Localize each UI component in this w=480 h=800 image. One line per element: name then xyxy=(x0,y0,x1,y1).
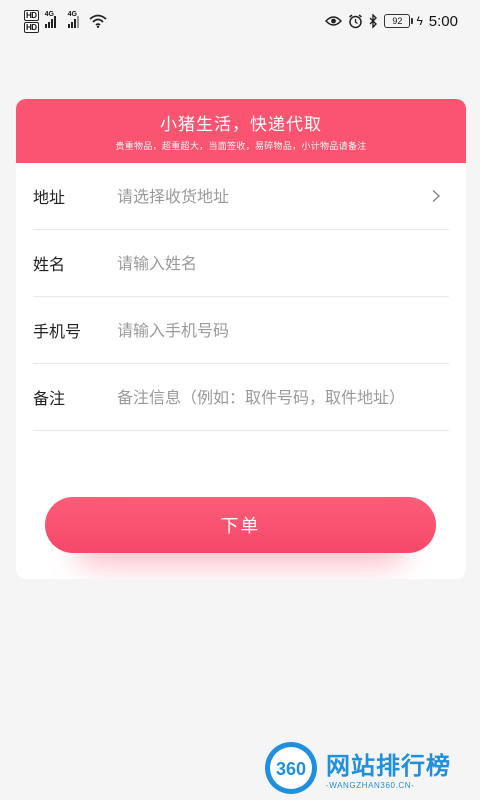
status-bar: HD HD 4G 4G 92 ϟ 5:00 xyxy=(0,0,480,42)
status-time: 5:00 xyxy=(428,12,458,30)
status-bar-right: 92 ϟ 5:00 xyxy=(325,13,458,30)
watermark-url: -WANGZHAN360.CN- xyxy=(326,781,415,790)
note-row: 备注 xyxy=(33,364,449,431)
hd-indicators: HD HD xyxy=(24,9,39,33)
order-form: 地址 姓名 手机号 备注 xyxy=(16,163,466,431)
card-header: 小猪生活，快递代取 贵重物品，超重超大，当面签收，易碎物品，小计物品请备注 xyxy=(16,99,466,163)
phone-row: 手机号 xyxy=(33,297,449,364)
address-field[interactable] xyxy=(117,176,449,216)
alarm-icon xyxy=(349,13,363,28)
chevron-right-icon[interactable] xyxy=(429,189,443,203)
address-row[interactable]: 地址 xyxy=(33,163,449,230)
svg-text:360: 360 xyxy=(276,759,306,779)
bluetooth-icon xyxy=(369,13,378,29)
watermark-title: 网站排行榜 xyxy=(326,752,451,780)
hd-badge-1: HD xyxy=(24,9,39,21)
charging-icon: ϟ xyxy=(416,14,423,28)
name-row: 姓名 xyxy=(33,230,449,297)
place-order-button[interactable]: 下单 xyxy=(45,497,436,553)
submit-area: 下单 xyxy=(45,497,436,567)
card-subtitle: 贵重物品，超重超大，当面签收，易碎物品，小计物品请备注 xyxy=(115,142,367,152)
phone-label: 手机号 xyxy=(33,322,82,341)
note-label: 备注 xyxy=(33,389,66,408)
order-card: 小猪生活，快递代取 贵重物品，超重超大，当面签收，易碎物品，小计物品请备注 地址… xyxy=(16,99,466,579)
battery-indicator: 92 xyxy=(384,14,414,28)
watermark: 360 网站排行榜 -WANGZHAN360.CN- xyxy=(262,740,472,796)
signal-2-icon: 4G xyxy=(67,11,79,28)
hd-badge-2: HD xyxy=(24,21,39,33)
card-title: 小猪生活，快递代取 xyxy=(160,115,322,135)
status-bar-left: HD HD 4G 4G xyxy=(24,9,107,33)
site-logo-icon: 360 xyxy=(265,742,317,794)
name-field[interactable] xyxy=(117,243,449,283)
note-field[interactable] xyxy=(117,377,449,417)
watermark-text: 网站排行榜 -WANGZHAN360.CN- xyxy=(326,746,451,790)
wifi-icon xyxy=(88,14,107,28)
signal-1-icon: 4G xyxy=(44,11,56,28)
address-label: 地址 xyxy=(33,188,66,207)
phone-field[interactable] xyxy=(117,310,449,350)
name-label: 姓名 xyxy=(33,255,66,274)
eye-icon xyxy=(325,16,343,26)
